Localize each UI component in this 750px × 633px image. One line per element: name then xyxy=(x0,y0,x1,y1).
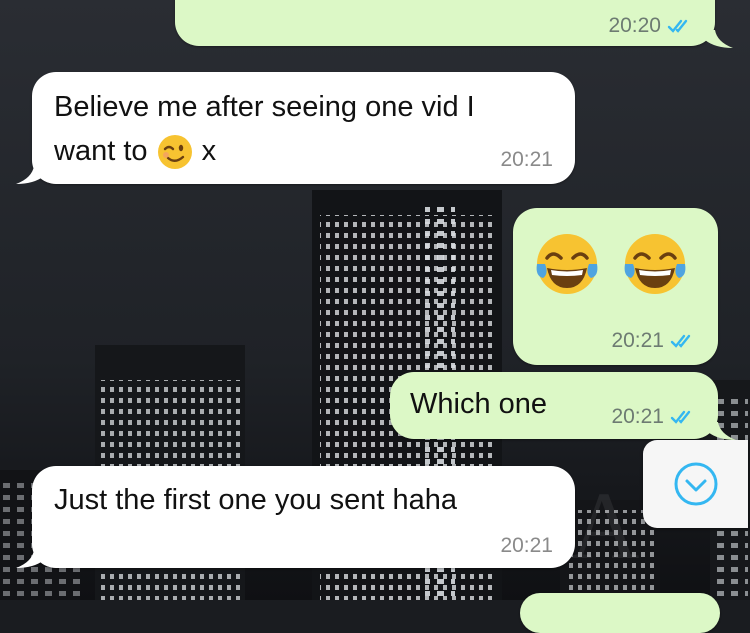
message-meta: 20:21 xyxy=(611,405,698,429)
double-check-read-icon xyxy=(667,19,688,33)
bubble-tail xyxy=(705,30,733,48)
message-time: 20:21 xyxy=(611,329,664,352)
message-meta: 20:21 xyxy=(500,534,553,558)
message-text: Which one xyxy=(410,388,548,420)
scroll-to-bottom-button[interactable] xyxy=(643,440,748,528)
message-text: Believe me after seeing one vid I want t… xyxy=(54,85,475,173)
bubble-tail xyxy=(16,166,44,184)
message-bubble-outgoing[interactable]: 20:20 xyxy=(175,0,715,46)
message-meta: 20:20 xyxy=(608,14,695,38)
face-with-tears-of-joy-emoji-icon xyxy=(624,234,686,294)
winking-face-emoji-icon xyxy=(157,135,192,170)
message-bubble-outgoing-partial[interactable] xyxy=(520,593,720,633)
bubble-tail xyxy=(708,422,736,440)
chevron-down-circle-icon xyxy=(674,462,717,506)
message-bubble-outgoing[interactable]: Which one 20:21 xyxy=(390,372,718,439)
message-meta: 20:21 xyxy=(500,148,553,172)
double-check-read-icon xyxy=(670,410,691,424)
message-text: Just the first one you sent haha xyxy=(54,484,458,516)
message-time: 20:20 xyxy=(608,14,661,37)
message-time: 20:21 xyxy=(500,148,553,171)
message-meta: 20:21 xyxy=(611,329,698,353)
face-with-tears-of-joy-emoji-icon xyxy=(536,234,598,294)
message-bubble-incoming[interactable]: Believe me after seeing one vid I want t… xyxy=(32,72,575,184)
bubble-tail xyxy=(16,550,44,568)
message-time: 20:21 xyxy=(611,405,664,428)
double-check-read-icon xyxy=(670,334,691,348)
message-bubble-outgoing[interactable]: 20:21 xyxy=(513,208,718,365)
message-time: 20:21 xyxy=(500,534,553,557)
message-bubble-incoming[interactable]: Just the first one you sent haha 20:21 xyxy=(32,466,575,568)
